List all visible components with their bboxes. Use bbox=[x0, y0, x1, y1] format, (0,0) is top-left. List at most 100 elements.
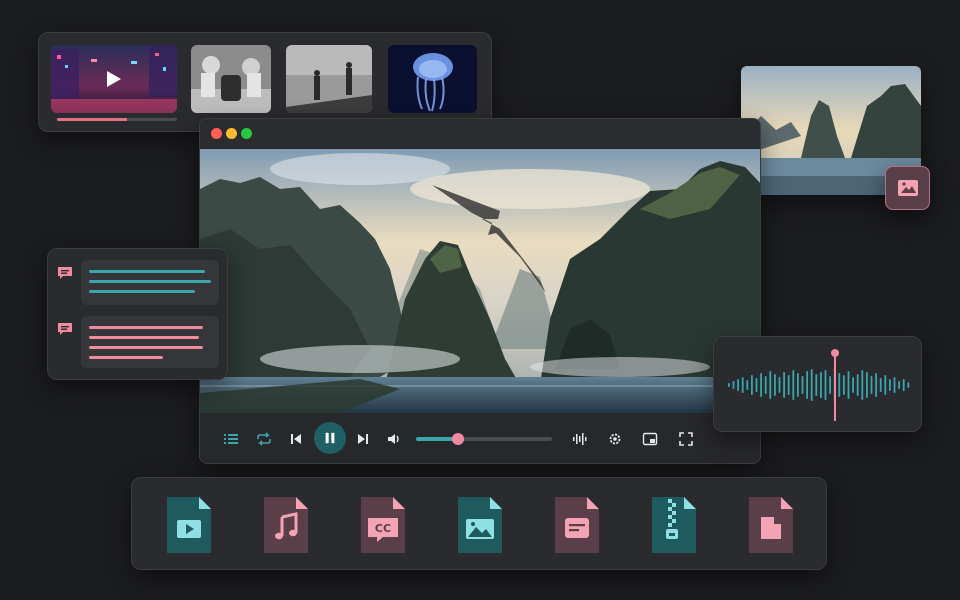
waveform-bar bbox=[820, 372, 822, 398]
skip-previous-icon bbox=[291, 434, 301, 444]
window-maximize-button[interactable] bbox=[241, 128, 252, 139]
svg-text:CC: CC bbox=[375, 522, 391, 535]
waveform-bar bbox=[751, 375, 753, 395]
transcript-line bbox=[89, 326, 203, 329]
waveform-bar bbox=[875, 373, 877, 397]
video-frame[interactable] bbox=[200, 149, 760, 413]
transcript-line bbox=[89, 336, 199, 339]
repeat-icon bbox=[257, 432, 271, 446]
document-file[interactable] bbox=[553, 495, 601, 555]
volume-button[interactable] bbox=[382, 427, 406, 451]
subtitle-cc-file-icon: CC bbox=[361, 497, 405, 553]
file-types-tray: CC bbox=[131, 477, 827, 570]
waveform-bar bbox=[787, 375, 790, 395]
waveform-bar bbox=[861, 370, 864, 400]
blank-file-icon bbox=[749, 497, 793, 553]
skip-next-button[interactable] bbox=[351, 427, 375, 451]
waveform-bar bbox=[760, 373, 762, 397]
repeat-button[interactable] bbox=[252, 427, 276, 451]
waveform-bar bbox=[838, 373, 841, 397]
playhead-handle[interactable] bbox=[831, 349, 839, 357]
thumbnail-robot-arms[interactable] bbox=[191, 45, 271, 113]
waveform-bar bbox=[755, 378, 758, 392]
waveform-bar bbox=[792, 370, 795, 400]
settings-button[interactable] bbox=[603, 427, 627, 451]
waveform-bar bbox=[902, 379, 905, 391]
waveform-bar bbox=[806, 371, 808, 399]
waveform-bar bbox=[847, 371, 850, 399]
waveform-bar bbox=[824, 370, 827, 400]
thumbnail-silhouettes[interactable] bbox=[286, 45, 372, 113]
transcript-line bbox=[89, 290, 195, 293]
waveform-bar bbox=[829, 376, 831, 394]
subtitle-file[interactable]: CC bbox=[359, 495, 407, 555]
pause-icon bbox=[325, 432, 335, 444]
waveform-bar bbox=[898, 381, 900, 389]
skip-next-icon bbox=[358, 434, 368, 444]
image-file-icon bbox=[458, 497, 502, 553]
waveform-bar bbox=[870, 376, 873, 394]
waveform-bar bbox=[810, 369, 813, 401]
fullscreen-button[interactable] bbox=[674, 427, 698, 451]
zip-archive-file-icon bbox=[652, 497, 696, 553]
image-badge[interactable] bbox=[885, 166, 930, 210]
waveform-bar bbox=[764, 376, 767, 394]
thumbnail-progress-bar bbox=[57, 118, 177, 121]
seek-bar[interactable] bbox=[416, 433, 552, 445]
waveform-bar bbox=[741, 377, 744, 393]
waveform-bar bbox=[783, 372, 785, 398]
seek-bar-handle[interactable] bbox=[452, 433, 465, 445]
chat-bubble-icon bbox=[58, 323, 72, 335]
zip-archive-file[interactable] bbox=[650, 495, 698, 555]
settings-gear-icon bbox=[609, 433, 621, 445]
waveform-bar bbox=[774, 374, 776, 396]
volume-icon bbox=[388, 434, 399, 444]
fullscreen-icon bbox=[679, 432, 693, 446]
thumbnail-progress-fill bbox=[57, 118, 127, 121]
image-icon bbox=[897, 180, 918, 196]
waveform-bar bbox=[907, 382, 910, 388]
waveform-bar bbox=[879, 378, 882, 392]
waveform-bar bbox=[893, 377, 896, 393]
thumbnail-neon-city[interactable] bbox=[51, 45, 177, 113]
blank-file[interactable] bbox=[747, 495, 795, 555]
transcript-entry[interactable] bbox=[81, 260, 219, 305]
waveform-bar bbox=[866, 372, 868, 398]
transcript-line bbox=[89, 356, 163, 359]
playlist-button[interactable] bbox=[219, 427, 243, 451]
waveform-bar bbox=[843, 375, 845, 395]
thumbnail-strip bbox=[38, 32, 492, 132]
waveform-bar bbox=[801, 376, 804, 394]
window-close-button[interactable] bbox=[211, 128, 222, 139]
transcript-line bbox=[89, 270, 205, 273]
video-file-icon bbox=[167, 497, 211, 553]
transcript-line bbox=[89, 346, 203, 349]
picture-in-picture-button[interactable] bbox=[638, 427, 662, 451]
waveform-bar bbox=[889, 379, 891, 391]
transcript-entry[interactable] bbox=[81, 316, 219, 368]
skip-previous-button[interactable] bbox=[284, 427, 308, 451]
thumbnail-jellyfish[interactable] bbox=[388, 45, 477, 113]
audio-waveform-icon bbox=[573, 433, 587, 445]
player-controls bbox=[200, 413, 760, 463]
play-icon[interactable] bbox=[103, 69, 123, 89]
pause-button[interactable] bbox=[314, 422, 346, 454]
window-minimize-button[interactable] bbox=[226, 128, 237, 139]
image-file[interactable] bbox=[456, 495, 504, 555]
waveform-bar bbox=[778, 377, 781, 393]
document-file-icon bbox=[555, 497, 599, 553]
playhead-line[interactable] bbox=[834, 353, 836, 421]
waveform-bar bbox=[797, 373, 799, 397]
waveform-bar bbox=[815, 374, 818, 396]
video-file[interactable] bbox=[165, 495, 213, 555]
waveform-bar bbox=[732, 381, 735, 389]
waveform-bar bbox=[769, 371, 772, 399]
waveform-bar bbox=[746, 380, 749, 390]
waveform-bar bbox=[884, 375, 887, 395]
chat-bubble-icon bbox=[58, 267, 72, 279]
waveform-graphic bbox=[728, 349, 910, 421]
transcript-panel bbox=[47, 248, 228, 380]
audio-waveform-button[interactable] bbox=[567, 427, 591, 451]
audio-waveform-panel[interactable] bbox=[713, 336, 922, 432]
music-file[interactable] bbox=[262, 495, 310, 555]
